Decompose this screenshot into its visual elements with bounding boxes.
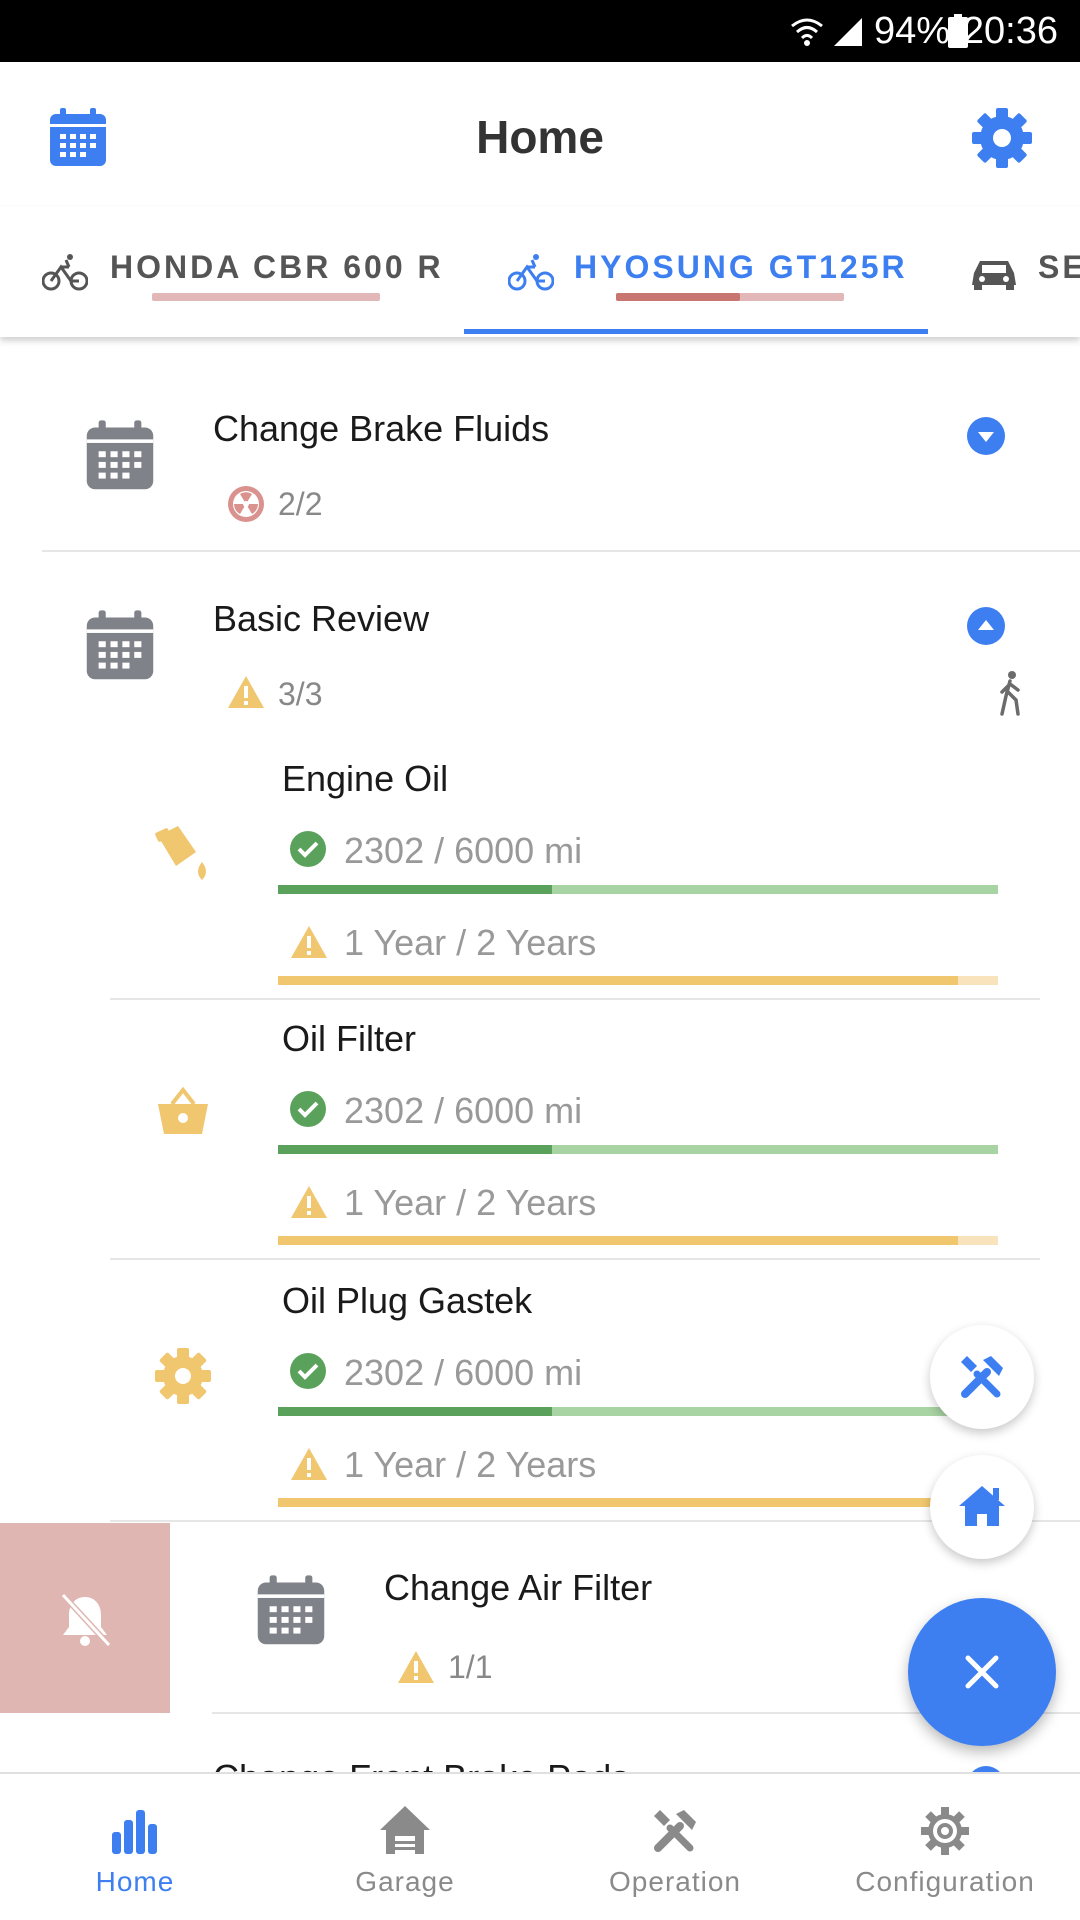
check-circle-icon bbox=[290, 1091, 326, 1127]
signal-icon bbox=[834, 18, 862, 46]
sub-item-title: Engine Oil bbox=[282, 758, 449, 799]
basket-icon bbox=[158, 1086, 208, 1134]
tab-label: SE bbox=[1038, 249, 1080, 285]
check-circle-icon bbox=[290, 1353, 326, 1389]
warning-icon bbox=[291, 1448, 327, 1480]
time-meter: 1 Year / 2 Years bbox=[344, 922, 597, 963]
app-bar: Home bbox=[0, 62, 1080, 207]
row-count: 3/3 bbox=[278, 676, 323, 712]
wifi-icon bbox=[791, 18, 823, 46]
chevron-down-icon[interactable] bbox=[966, 1765, 1006, 1772]
check-circle-icon bbox=[290, 831, 326, 867]
bottom-nav: Home Garage Operation Configuration bbox=[0, 1772, 1080, 1920]
status-bar: 94% 20:36 bbox=[0, 0, 1080, 62]
tab-label: HONDA CBR 600 R bbox=[110, 249, 444, 285]
tab-label: HYOSUNG GT125R bbox=[574, 249, 908, 285]
close-icon bbox=[965, 1655, 999, 1689]
gear-icon bbox=[155, 1348, 211, 1404]
tab-progress-bar bbox=[152, 293, 380, 301]
time-meter: 1 Year / 2 Years bbox=[344, 1444, 597, 1485]
distance-meter: 2302 / 6000 mi bbox=[344, 1352, 583, 1393]
tools-icon bbox=[961, 1356, 1003, 1398]
distance-bar-track bbox=[278, 885, 998, 894]
distance-bar-track bbox=[278, 1145, 998, 1154]
calendar-icon bbox=[257, 1575, 325, 1645]
clock: 20:36 bbox=[962, 10, 1058, 52]
chevron-up-icon[interactable] bbox=[966, 606, 1006, 646]
nav-label: Operation bbox=[609, 1866, 741, 1897]
time-bar-fill bbox=[278, 1236, 959, 1245]
nav-garage[interactable]: Garage bbox=[270, 1774, 540, 1920]
time-bar-track bbox=[278, 1498, 998, 1507]
oil-can-icon bbox=[155, 826, 206, 880]
walking-icon bbox=[1000, 671, 1020, 716]
tab-hyosung[interactable]: HYOSUNG GT125R bbox=[464, 207, 928, 337]
sub-item-title: Oil Plug Gastek bbox=[282, 1280, 533, 1321]
gear-icon[interactable] bbox=[970, 106, 1034, 170]
page-title: Home bbox=[476, 111, 604, 163]
list-item[interactable]: Change Front Brake Pads bbox=[0, 1715, 1080, 1772]
tab-progress-fill bbox=[616, 293, 740, 301]
row-title: Change Front Brake Pads bbox=[213, 1757, 629, 1772]
car-icon bbox=[972, 261, 1016, 290]
fab-garage[interactable] bbox=[930, 1455, 1034, 1559]
nav-label: Garage bbox=[355, 1866, 455, 1897]
distance-bar-fill bbox=[278, 1145, 552, 1154]
bicycle-icon bbox=[42, 254, 88, 291]
distance-bar-fill bbox=[278, 885, 552, 894]
list-item[interactable]: Basic Review 3/3 bbox=[0, 570, 1080, 730]
fab-close[interactable] bbox=[908, 1598, 1056, 1746]
row-count: 2/2 bbox=[278, 486, 323, 522]
bell-off-icon bbox=[60, 1592, 112, 1648]
tab-honda[interactable]: HONDA CBR 600 R bbox=[0, 207, 460, 337]
warning-icon bbox=[291, 1186, 327, 1218]
sub-item-title: Oil Filter bbox=[282, 1018, 416, 1059]
swipe-action-mute[interactable] bbox=[0, 1523, 170, 1713]
time-bar-track bbox=[278, 976, 998, 985]
nav-label: Home bbox=[95, 1866, 175, 1897]
garage-icon bbox=[380, 1806, 430, 1854]
row-title: Basic Review bbox=[213, 598, 430, 639]
tools-icon bbox=[654, 1810, 696, 1852]
row-count: 1/1 bbox=[448, 1649, 493, 1685]
cog-icon bbox=[921, 1807, 969, 1855]
sub-item-engine-oil[interactable]: Engine Oil 2302 / 6000 mi 1 Year / 2 Yea… bbox=[110, 740, 1040, 998]
row-title: Change Brake Fluids bbox=[213, 408, 550, 449]
warning-icon bbox=[228, 676, 264, 708]
bicycle-icon bbox=[508, 254, 554, 291]
battery-percent: 94% bbox=[874, 10, 951, 52]
calendar-icon bbox=[82, 1765, 158, 1772]
time-bar-fill bbox=[278, 976, 959, 985]
time-meter: 1 Year / 2 Years bbox=[344, 1182, 597, 1223]
chevron-down-icon[interactable] bbox=[966, 416, 1006, 456]
nav-label: Configuration bbox=[855, 1866, 1035, 1897]
distance-bar-track bbox=[278, 1407, 998, 1416]
fab-operation[interactable] bbox=[930, 1325, 1034, 1429]
distance-meter: 2302 / 6000 mi bbox=[344, 830, 583, 871]
nav-configuration[interactable]: Configuration bbox=[810, 1774, 1080, 1920]
calendar-icon bbox=[86, 610, 154, 680]
distance-meter: 2302 / 6000 mi bbox=[344, 1090, 583, 1131]
distance-bar-fill bbox=[278, 1407, 552, 1416]
list-item[interactable]: Change Brake Fluids 2/2 bbox=[0, 380, 1080, 550]
calendar-icon bbox=[86, 420, 154, 490]
tab-active-indicator bbox=[464, 329, 928, 334]
home-icon bbox=[959, 1486, 1005, 1526]
row-title: Change Air Filter bbox=[384, 1567, 653, 1608]
vehicle-tabs: HONDA CBR 600 R HYOSUNG GT125R SE bbox=[0, 207, 1080, 337]
warning-icon bbox=[291, 926, 327, 958]
time-bar-fill bbox=[278, 1498, 959, 1507]
warning-icon bbox=[398, 1651, 434, 1683]
tab-car[interactable]: SE bbox=[960, 207, 1080, 337]
nav-home[interactable]: Home bbox=[0, 1774, 270, 1920]
radiation-icon bbox=[228, 486, 264, 522]
time-bar-track bbox=[278, 1236, 998, 1245]
sub-item-oil-plug[interactable]: Oil Plug Gastek 2302 / 6000 mi 1 Year / … bbox=[110, 1260, 1040, 1520]
divider bbox=[42, 550, 1080, 552]
nav-operation[interactable]: Operation bbox=[540, 1774, 810, 1920]
bar-chart-icon bbox=[112, 1810, 157, 1854]
sub-item-oil-filter[interactable]: Oil Filter 2302 / 6000 mi 1 Year / 2 Yea… bbox=[110, 1000, 1040, 1258]
